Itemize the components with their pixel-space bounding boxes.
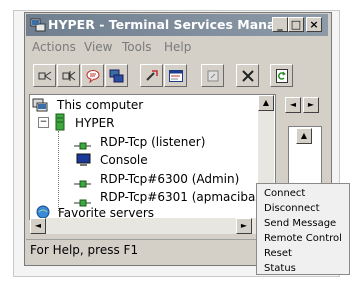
end-process-toolbar-button[interactable] [236,64,259,87]
menu-item-send-message[interactable]: Send Message [264,218,336,229]
tree-connector [58,131,60,211]
computer-icon [32,97,48,116]
reset-icon [146,70,158,81]
menu-item-connect[interactable]: Connect [264,188,305,199]
minimize-button[interactable]: _ [272,17,288,32]
logoff-icon [207,70,219,82]
logoff-toolbar-button[interactable] [201,64,224,87]
scroll-up-button[interactable]: ▲ [258,95,274,111]
tree-item-this-computer[interactable]: This computer [57,98,143,112]
window-title: HYPER - Terminal Services Mana... [48,17,290,32]
server-icon [54,113,66,135]
console-icon [76,152,92,171]
message-icon [86,70,100,84]
terminal-services-icon [30,17,46,33]
session-rdp-6301[interactable]: RDP-Tcp#6301 (apmacibas) [100,190,266,204]
network-icon [74,174,92,193]
remote-control-toolbar-button[interactable] [105,64,128,87]
session-console[interactable]: Console [100,153,148,167]
scroll-left-button[interactable]: ◄ [30,218,46,234]
menu-item-disconnect[interactable]: Disconnect [264,203,320,214]
detail-scroll-up-button[interactable]: ▲ [296,128,312,144]
close-button[interactable]: × [306,17,322,32]
session-rdp-6300[interactable]: RDP-Tcp#6300 (Admin) [100,172,239,186]
disconnect-icon [62,71,76,81]
status-icon [169,70,183,82]
refresh-icon [276,69,288,83]
menu-item-remote-control[interactable]: Remote Control [264,233,342,244]
refresh-toolbar-button[interactable] [270,64,293,87]
menu-tools[interactable]: Tools [122,40,152,54]
remote-control-icon [109,69,124,83]
connect-icon [38,71,52,81]
maximize-button[interactable]: □ [288,17,304,32]
send-message-toolbar-button[interactable] [81,64,104,87]
reset-toolbar-button[interactable] [140,64,163,87]
x-icon [242,70,254,82]
status-text: For Help, press F1 [30,243,139,257]
menu-view[interactable]: View [84,40,112,54]
menu-item-status[interactable]: Status [264,263,296,274]
connect-toolbar-button[interactable] [33,64,56,87]
menu-item-reset[interactable]: Reset [264,248,292,259]
menu-help[interactable]: Help [164,40,191,54]
tree-item-hyper[interactable]: HYPER [75,116,115,130]
collapse-toggle[interactable]: − [38,117,49,128]
pane-scroll-left-button[interactable]: ◄ [285,97,301,113]
pane-scroll-right-button[interactable]: ► [303,97,319,113]
session-listener[interactable]: RDP-Tcp (listener) [100,135,205,149]
status-toolbar-button[interactable] [164,64,187,87]
disconnect-toolbar-button[interactable] [57,64,80,87]
scroll-right-button[interactable]: ► [236,218,252,234]
menu-actions[interactable]: Actions [32,40,76,54]
